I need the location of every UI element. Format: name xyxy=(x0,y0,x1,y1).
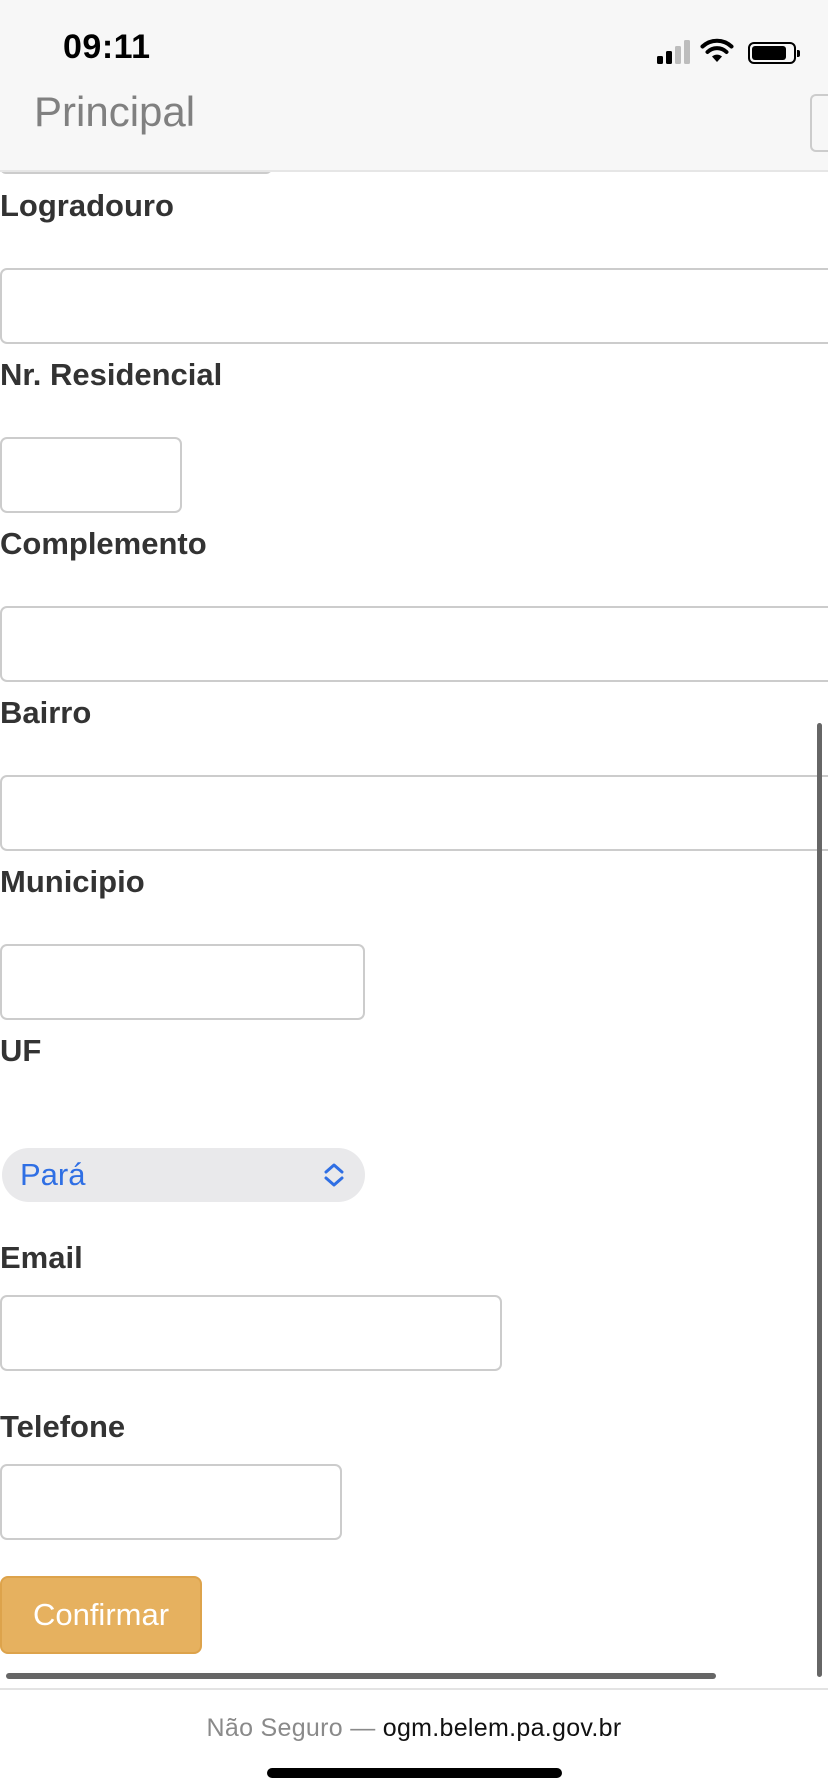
horizontal-scrollbar[interactable] xyxy=(6,1673,716,1679)
browser-screen: Logradouro Nr. Residencial Complemento B… xyxy=(0,0,828,1792)
nr-residencial-label: Nr. Residencial xyxy=(0,357,223,392)
status-icons xyxy=(657,36,800,64)
bairro-label: Bairro xyxy=(0,695,92,730)
email-input[interactable] xyxy=(0,1295,502,1371)
select-chevrons-icon xyxy=(321,1161,347,1189)
complemento-label: Complemento xyxy=(0,526,207,561)
telefone-label: Telefone xyxy=(0,1409,126,1444)
browser-header: 09:11 Principal xyxy=(0,0,828,172)
page-title[interactable]: Principal xyxy=(34,88,195,136)
address-form: Logradouro Nr. Residencial Complemento B… xyxy=(0,0,828,1690)
uf-selected-value: Pará xyxy=(20,1157,86,1192)
uf-select[interactable]: Pará xyxy=(2,1148,365,1202)
email-label: Email xyxy=(0,1240,83,1275)
header-edge-control[interactable] xyxy=(810,94,828,152)
uf-label: UF xyxy=(0,1033,42,1068)
wifi-icon xyxy=(700,38,734,62)
confirm-button[interactable]: Confirmar xyxy=(0,1576,202,1654)
not-secure-label: Não Seguro — xyxy=(206,1714,376,1742)
nr-residencial-input[interactable] xyxy=(0,437,182,513)
url-host: ogm.belem.pa.gov.br xyxy=(382,1714,622,1742)
home-indicator[interactable] xyxy=(267,1768,562,1778)
url-line[interactable]: Não Seguro — ogm.belem.pa.gov.br xyxy=(0,1714,828,1743)
bairro-input[interactable] xyxy=(0,775,828,851)
battery-icon xyxy=(748,42,800,64)
status-time: 09:11 xyxy=(63,28,151,66)
complemento-input[interactable] xyxy=(0,606,828,682)
municipio-label: Municipio xyxy=(0,864,145,899)
telefone-input[interactable] xyxy=(0,1464,342,1540)
municipio-input[interactable] xyxy=(0,944,365,1020)
vertical-scrollbar[interactable] xyxy=(817,723,822,1677)
logradouro-input[interactable] xyxy=(0,268,828,344)
cellular-signal-icon xyxy=(657,40,690,64)
logradouro-label: Logradouro xyxy=(0,188,174,223)
address-bar[interactable]: Não Seguro — ogm.belem.pa.gov.br xyxy=(0,1688,828,1792)
